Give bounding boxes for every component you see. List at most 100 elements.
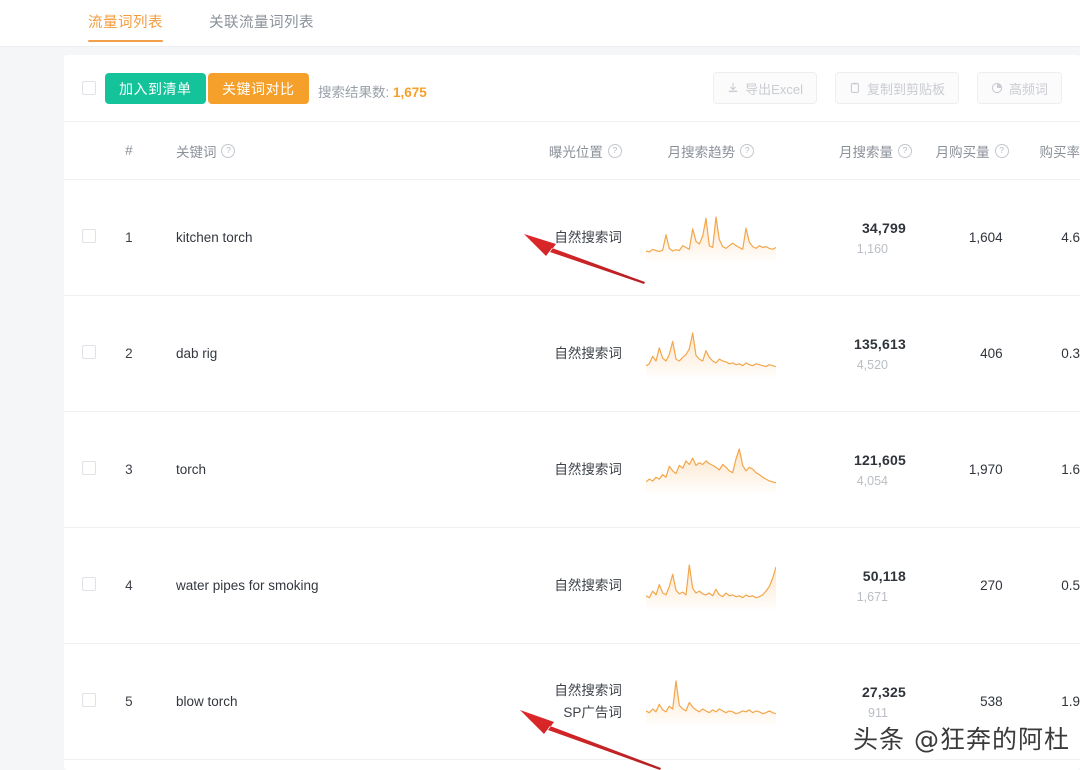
keyword-table: # 关键词 ? 曝光位置 ? 月搜索趋势 ? 月搜索量 ? 月购买量 ? 购买率… [64,122,1080,760]
header-position-label: 曝光位置 [548,144,603,160]
toolbar-actions: 导出Excel 复制到剪贴板 高频词 [713,72,1062,104]
keyword-table-card: 加入到清单 关键词对比 搜索结果数: 1,675 导出Excel 复制到剪贴板 … [64,55,1080,770]
info-icon[interactable]: ? [994,143,1009,158]
keyword-link[interactable]: kitchen torch [176,230,253,245]
info-icon[interactable]: ? [897,143,912,158]
position-tags: 自然搜索词 [451,343,622,365]
high-frequency-words-button[interactable]: 高频词 [976,72,1062,104]
row-index: 5 [125,643,176,760]
monthly-search-volume-sub: 1,671 [856,589,888,604]
row-trend-cell[interactable] [621,643,800,760]
row-purchases-cell: 1,970 [911,411,1009,528]
keyword-link[interactable]: torch [176,462,206,477]
table-row[interactable]: 1 kitchen torch 自然搜索词 34,799 1,160 1,604 4.6 [64,179,1080,296]
position-tag: SP广告词 [563,704,622,720]
row-checkbox[interactable] [82,229,96,243]
row-purchases-cell: 406 [911,295,1009,412]
row-keyword-cell: blow torch [175,643,451,760]
tab-label: 流量词列表 [88,15,163,31]
row-index: 3 [125,411,176,528]
row-trend-cell[interactable] [621,295,800,412]
row-keyword-cell: water pipes for smoking [175,527,451,644]
purchase-rate: 1.9 [1061,694,1080,709]
row-volume-cell: 135,613 4,520 [800,295,912,412]
header-trend-label: 月搜索趋势 [667,144,736,160]
purchase-rate: 0.5 [1061,578,1080,593]
row-keyword-cell: torch [175,411,451,528]
header-trend: 月搜索趋势 ? [621,122,800,180]
keyword-compare-button[interactable]: 关键词对比 [208,73,309,104]
position-tag: 自然搜索词 [554,577,622,593]
row-keyword-cell: dab rig [175,295,451,412]
monthly-purchases: 538 [980,694,1003,709]
purchase-rate: 0.3 [1061,346,1080,361]
search-trend-sparkline [622,215,800,261]
position-tag: 自然搜索词 [554,345,622,361]
row-checkbox[interactable] [82,577,96,591]
search-trend-sparkline [622,447,800,493]
header-index: # [125,122,176,180]
select-all-checkbox[interactable] [82,81,96,95]
clipboard-icon [849,82,861,94]
tab-bar: 流量词列表 关联流量词列表 [0,0,1080,47]
row-rate-cell: 4.6 [1008,179,1080,296]
export-excel-button[interactable]: 导出Excel [713,72,817,104]
monthly-search-volume: 27,325 [861,683,906,700]
row-rate-cell: 0.3 [1008,295,1080,412]
copy-clipboard-label: 复制到剪贴板 [866,81,945,97]
result-count-value: 1,675 [393,85,427,100]
pie-chart-icon [991,82,1003,94]
info-icon[interactable]: ? [221,143,236,158]
header-volume: 月搜索量 ? [800,122,912,180]
info-icon[interactable]: ? [607,143,622,158]
copy-clipboard-button[interactable]: 复制到剪贴板 [834,72,959,104]
keyword-link[interactable]: water pipes for smoking [176,578,319,593]
row-checkbox[interactable] [82,461,96,475]
row-checkbox[interactable] [82,345,96,359]
row-trend-cell[interactable] [621,527,800,644]
table-header-row: # 关键词 ? 曝光位置 ? 月搜索趋势 ? 月搜索量 ? 月购买量 ? 购买率 [64,122,1080,180]
row-checkbox-cell [64,179,126,296]
header-rate: 购买率 [1008,122,1080,180]
row-checkbox-cell [64,411,126,528]
monthly-search-volume: 121,605 [853,451,906,468]
search-trend-sparkline [622,679,800,725]
row-volume-cell: 121,605 4,054 [800,411,912,528]
table-row[interactable]: 4 water pipes for smoking 自然搜索词 50,118 1,671… [64,527,1080,644]
row-checkbox[interactable] [82,693,96,707]
tab-related-traffic-keyword-list[interactable]: 关联流量词列表 [209,0,314,47]
table-row[interactable]: 2 dab rig 自然搜索词 135,613 4,520 406 0.3 [64,295,1080,412]
purchase-rate: 4.6 [1061,230,1080,245]
header-purchases: 月购买量 ? [911,122,1009,180]
row-rate-cell: 0.5 [1008,527,1080,644]
row-checkbox-cell [64,527,126,644]
row-position-cell: 自然搜索词 [450,295,622,412]
download-icon [727,82,739,94]
row-checkbox-cell [64,295,126,412]
keyword-link[interactable]: blow torch [176,694,238,709]
add-to-list-button[interactable]: 加入到清单 [105,73,206,104]
monthly-purchases: 1,970 [968,462,1003,477]
row-trend-cell[interactable] [621,411,800,528]
row-trend-cell[interactable] [621,179,800,296]
app-root: 流量词列表 关联流量词列表 加入到清单 关键词对比 搜索结果数: 1,675 导… [0,0,1080,770]
watermark: 头条 @狂奔的阿杜 [853,725,1070,754]
row-volume-cell: 50,118 1,671 [800,527,912,644]
table-body: 1 kitchen torch 自然搜索词 34,799 1,160 1,604 4.6 2 d… [64,179,1080,760]
export-excel-label: 导出Excel [745,81,803,97]
tab-label: 关联流量词列表 [209,15,314,31]
position-tag: 自然搜索词 [554,461,622,477]
tab-traffic-keyword-list[interactable]: 流量词列表 [88,0,163,47]
tab-list: 流量词列表 关联流量词列表 [88,0,314,47]
table-row[interactable]: 3 torch 自然搜索词 121,605 4,054 1,970 1.6 [64,411,1080,528]
info-icon[interactable]: ? [740,143,755,158]
header-position: 曝光位置 ? [450,122,622,180]
search-trend-sparkline [622,331,800,377]
keyword-link[interactable]: dab rig [176,346,217,361]
position-tag: 自然搜索词 [554,229,622,245]
row-index: 4 [125,527,176,644]
position-tag: 自然搜索词 [554,682,622,698]
monthly-search-volume: 135,613 [853,335,906,352]
search-result-count: 搜索结果数: 1,675 [318,81,427,101]
table-toolbar: 加入到清单 关键词对比 搜索结果数: 1,675 导出Excel 复制到剪贴板 … [64,55,1080,122]
